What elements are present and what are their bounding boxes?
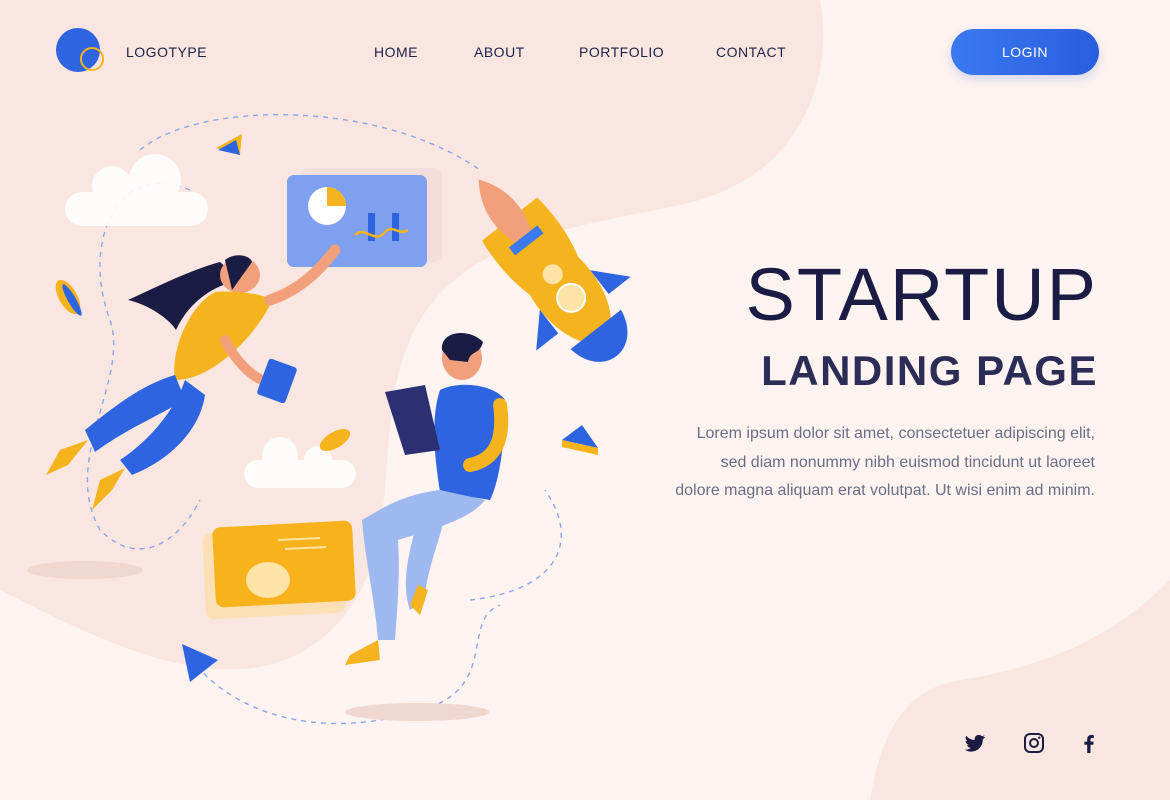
- facebook-icon[interactable]: [1077, 731, 1101, 755]
- twitter-icon[interactable]: [963, 731, 987, 755]
- instagram-icon[interactable]: [1022, 731, 1046, 755]
- hero-subtitle: LANDING PAGE: [761, 347, 1098, 394]
- credit-card-illustration: [202, 520, 356, 620]
- hero-illustration: [27, 113, 631, 725]
- man-illustration: [345, 332, 509, 665]
- hero-description: Lorem ipsum dolor sit amet, consectetuer…: [675, 425, 1095, 499]
- hero-title: STARTUP: [745, 253, 1098, 336]
- nav-contact[interactable]: CONTACT: [716, 44, 786, 60]
- login-button[interactable]: LOGIN: [951, 29, 1099, 75]
- dashboard-card: [287, 168, 442, 267]
